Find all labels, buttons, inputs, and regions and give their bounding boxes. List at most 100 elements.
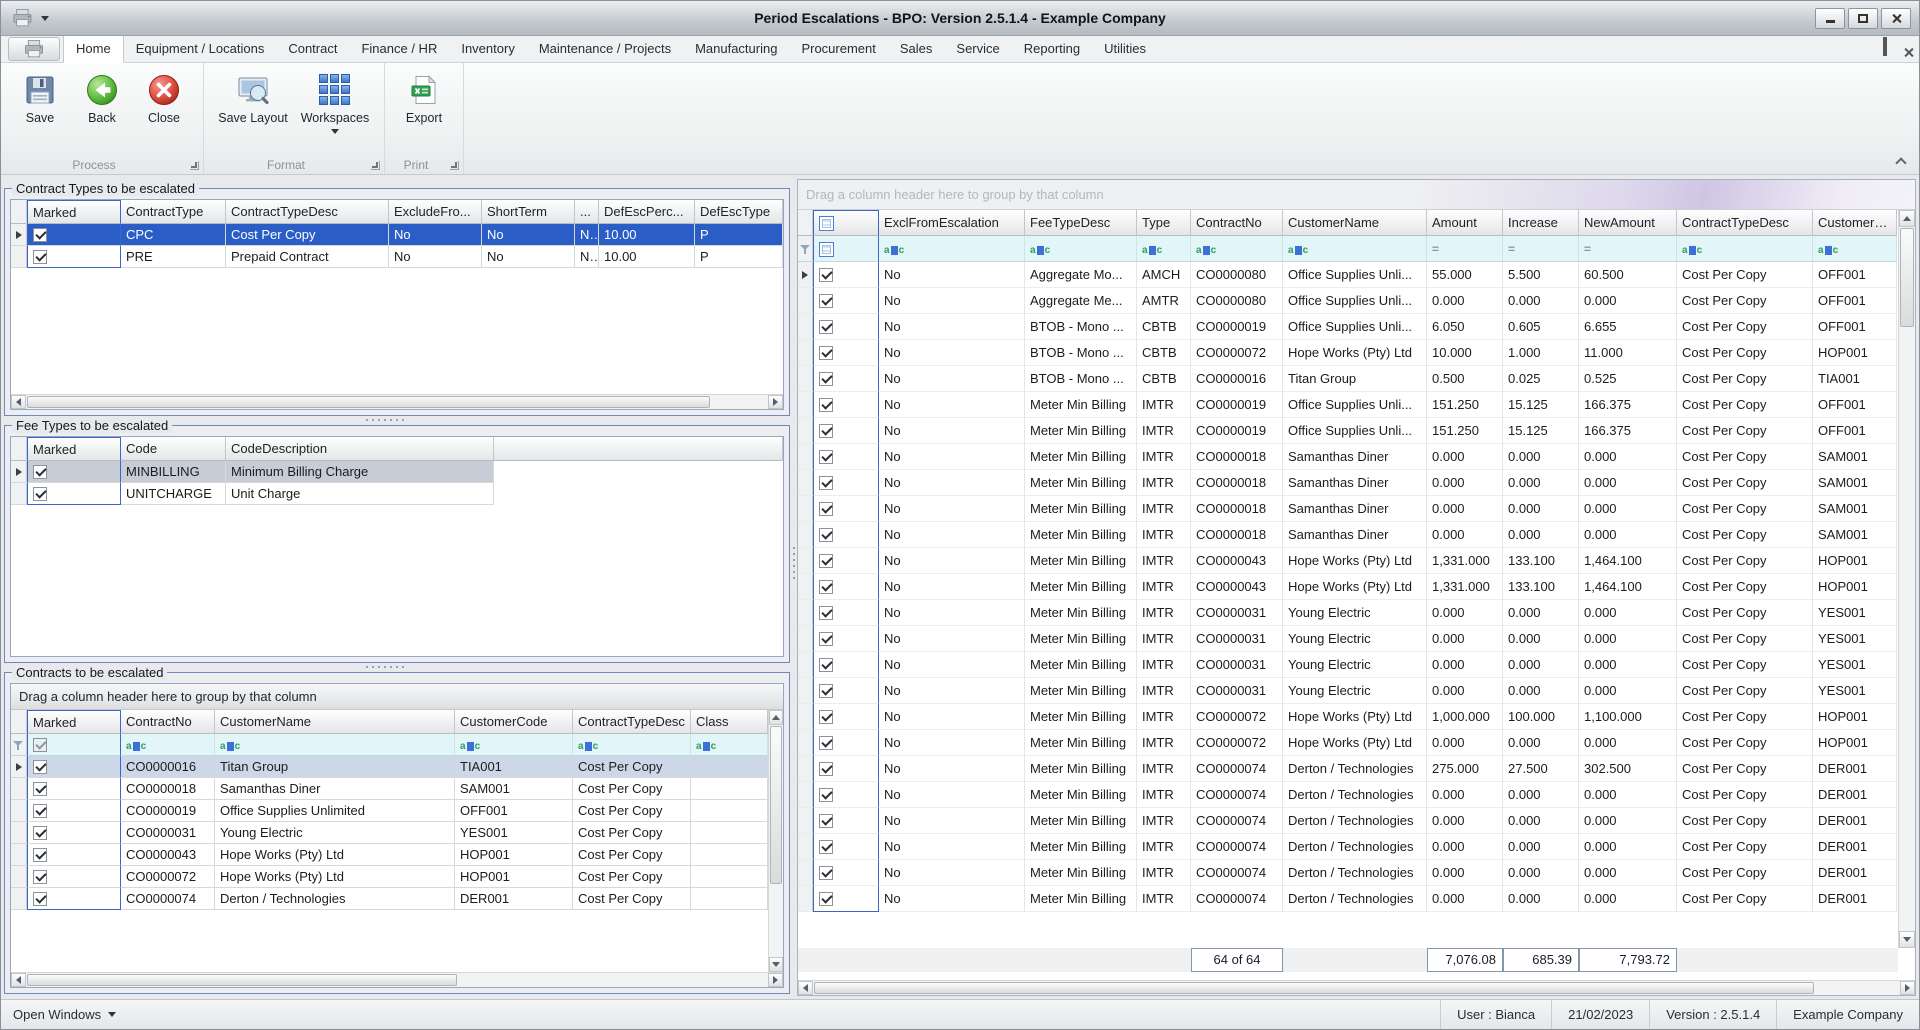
marked-checkbox[interactable] bbox=[33, 465, 47, 480]
filter-cell[interactable]: = bbox=[1503, 236, 1579, 262]
row-checkbox[interactable] bbox=[819, 710, 833, 725]
save-layout-button[interactable]: Save Layout bbox=[212, 67, 294, 125]
filter-cell[interactable] bbox=[1025, 236, 1137, 262]
ribbon-tab[interactable]: Maintenance / Projects bbox=[527, 36, 683, 62]
escalation-row[interactable]: No Meter Min Billing IMTR CO0000031 Youn… bbox=[798, 626, 1897, 652]
select-all-header[interactable] bbox=[813, 210, 879, 236]
dialog-launcher-icon[interactable] bbox=[190, 161, 199, 170]
row-checkbox[interactable] bbox=[819, 320, 833, 335]
horizontal-scrollbar[interactable] bbox=[798, 980, 1915, 995]
app-logo[interactable] bbox=[8, 37, 60, 61]
ribbon-tab[interactable]: Reporting bbox=[1012, 36, 1092, 62]
marked-checkbox[interactable] bbox=[33, 870, 47, 885]
escalation-row[interactable]: No Meter Min Billing IMTR CO0000018 Sama… bbox=[798, 522, 1897, 548]
scroll-up-button[interactable] bbox=[769, 710, 783, 725]
marked-checkbox[interactable] bbox=[33, 892, 47, 907]
column-header-codedescription[interactable]: CodeDescription bbox=[226, 437, 494, 461]
escalation-row[interactable]: No Meter Min Billing IMTR CO0000074 Dert… bbox=[798, 834, 1897, 860]
scroll-thumb[interactable] bbox=[27, 974, 458, 986]
column-header-contracttypedesc[interactable]: ContractTypeDesc bbox=[1677, 210, 1813, 236]
marked-checkbox[interactable] bbox=[33, 760, 47, 775]
escalation-row[interactable]: No Meter Min Billing IMTR CO0000074 Dert… bbox=[798, 756, 1897, 782]
column-header-amount[interactable]: Amount bbox=[1427, 210, 1503, 236]
row-checkbox[interactable] bbox=[819, 762, 833, 777]
filter-cell[interactable] bbox=[1191, 236, 1283, 262]
escalation-row[interactable]: No Meter Min Billing IMTR CO0000072 Hope… bbox=[798, 730, 1897, 756]
marked-checkbox[interactable] bbox=[33, 250, 47, 265]
app-icon[interactable] bbox=[11, 8, 35, 28]
marked-checkbox[interactable] bbox=[33, 487, 47, 502]
scroll-thumb[interactable] bbox=[770, 726, 782, 884]
ribbon-tab[interactable]: Sales bbox=[888, 36, 945, 62]
escalation-row[interactable]: No Aggregate Me... AMTR CO0000080 Office… bbox=[798, 288, 1897, 314]
column-header-ellipsis[interactable]: ... bbox=[575, 200, 599, 224]
marked-checkbox[interactable] bbox=[33, 228, 47, 243]
scroll-up-button[interactable] bbox=[1899, 210, 1915, 227]
column-header-excludefrom[interactable]: ExcludeFro... bbox=[389, 200, 482, 224]
row-checkbox[interactable] bbox=[819, 658, 833, 673]
column-header-defescperc[interactable]: DefEscPerc... bbox=[599, 200, 695, 224]
group-by-hint[interactable]: Drag a column header here to group by th… bbox=[11, 684, 783, 710]
escalation-row[interactable]: No Meter Min Billing IMTR CO0000031 Youn… bbox=[798, 652, 1897, 678]
column-header-marked[interactable]: Marked bbox=[27, 710, 121, 734]
escalation-row[interactable]: No Meter Min Billing IMTR CO0000043 Hope… bbox=[798, 574, 1897, 600]
contract-row[interactable]: CO0000072 Hope Works (Pty) Ltd HOP001 Co… bbox=[11, 866, 768, 888]
filter-cell[interactable] bbox=[1283, 236, 1427, 262]
contract-row[interactable]: CO0000016 Titan Group TIA001 Cost Per Co… bbox=[11, 756, 768, 778]
save-button[interactable]: Save bbox=[9, 67, 71, 125]
row-checkbox[interactable] bbox=[819, 606, 833, 621]
escalation-row[interactable]: No Meter Min Billing IMTR CO0000074 Dert… bbox=[798, 886, 1897, 912]
row-checkbox[interactable] bbox=[819, 788, 833, 803]
select-all-icon[interactable] bbox=[819, 241, 834, 257]
vertical-scrollbar[interactable] bbox=[1898, 210, 1915, 948]
contract-row[interactable]: CO0000018 Samanthas Diner SAM001 Cost Pe… bbox=[11, 778, 768, 800]
scroll-down-button[interactable] bbox=[769, 957, 783, 972]
filter-cell[interactable] bbox=[27, 734, 121, 756]
escalation-row[interactable]: No Meter Min Billing IMTR CO0000074 Dert… bbox=[798, 782, 1897, 808]
filter-cell[interactable] bbox=[121, 734, 215, 756]
scroll-right-button[interactable] bbox=[1900, 981, 1915, 995]
escalation-row[interactable]: No BTOB - Mono ... CBTB CO0000019 Office… bbox=[798, 314, 1897, 340]
close-window-button[interactable] bbox=[1881, 7, 1911, 29]
contract-row[interactable]: CO0000031 Young Electric YES001 Cost Per… bbox=[11, 822, 768, 844]
column-header-contractno[interactable]: ContractNo bbox=[1191, 210, 1283, 236]
filter-cell[interactable] bbox=[1813, 236, 1897, 262]
ribbon-tab[interactable]: Service bbox=[944, 36, 1011, 62]
filter-cell[interactable] bbox=[879, 236, 1025, 262]
escalation-row[interactable]: No Meter Min Billing IMTR CO0000031 Youn… bbox=[798, 678, 1897, 704]
row-checkbox[interactable] bbox=[819, 866, 833, 881]
column-header-contractno[interactable]: ContractNo bbox=[121, 710, 215, 734]
ribbon-tab[interactable]: Procurement bbox=[789, 36, 887, 62]
dialog-launcher-icon[interactable] bbox=[450, 161, 459, 170]
escalation-row[interactable]: No Meter Min Billing IMTR CO0000018 Sama… bbox=[798, 470, 1897, 496]
filter-cell[interactable] bbox=[813, 236, 879, 262]
scroll-thumb[interactable] bbox=[27, 396, 710, 408]
row-checkbox[interactable] bbox=[819, 580, 833, 595]
contract-row[interactable]: CO0000019 Office Supplies Unlimited OFF0… bbox=[11, 800, 768, 822]
column-header-marked[interactable]: Marked bbox=[27, 437, 121, 461]
ribbon-tab[interactable]: Inventory bbox=[449, 36, 526, 62]
marked-checkbox[interactable] bbox=[33, 826, 47, 841]
fee-type-row[interactable]: MINBILLING Minimum Billing Charge bbox=[11, 461, 783, 483]
horizontal-scrollbar[interactable] bbox=[11, 972, 783, 987]
ribbon-tab[interactable]: Manufacturing bbox=[683, 36, 789, 62]
row-checkbox[interactable] bbox=[819, 450, 833, 465]
column-header-customercode[interactable]: CustomerCode bbox=[455, 710, 573, 734]
escalation-row[interactable]: No Aggregate Mo... AMCH CO0000080 Office… bbox=[798, 262, 1897, 288]
row-checkbox[interactable] bbox=[819, 398, 833, 413]
scroll-thumb[interactable] bbox=[814, 982, 1815, 994]
scroll-left-button[interactable] bbox=[11, 395, 26, 409]
escalation-row[interactable]: No Meter Min Billing IMTR CO0000018 Sama… bbox=[798, 496, 1897, 522]
filter-cell[interactable] bbox=[573, 734, 691, 756]
scroll-left-button[interactable] bbox=[11, 973, 26, 987]
column-header-customername[interactable]: CustomerName bbox=[1283, 210, 1427, 236]
marked-checkbox[interactable] bbox=[33, 804, 47, 819]
row-checkbox[interactable] bbox=[819, 840, 833, 855]
row-checkbox[interactable] bbox=[819, 476, 833, 491]
column-header-contracttypedesc[interactable]: ContractTypeDesc bbox=[226, 200, 389, 224]
row-checkbox[interactable] bbox=[819, 632, 833, 647]
escalation-row[interactable]: No BTOB - Mono ... CBTB CO0000016 Titan … bbox=[798, 366, 1897, 392]
ribbon-tab[interactable]: Finance / HR bbox=[349, 36, 449, 62]
row-checkbox[interactable] bbox=[819, 554, 833, 569]
export-button[interactable]: Export bbox=[393, 67, 455, 125]
